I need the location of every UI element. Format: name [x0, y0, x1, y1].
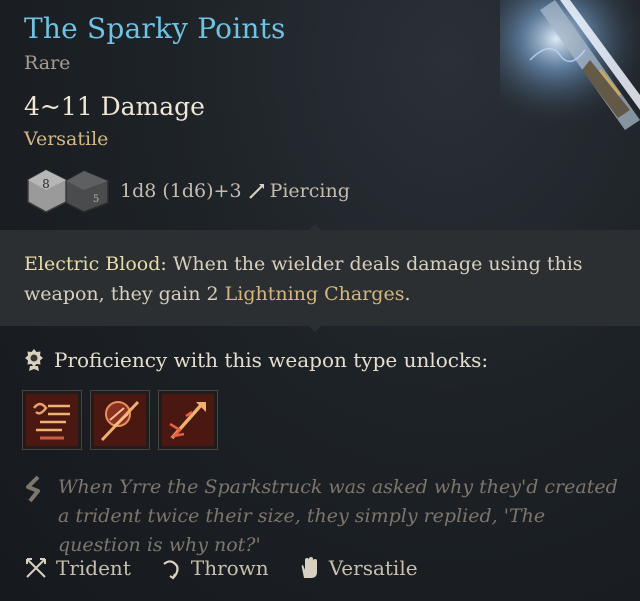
flavor-text: When Yrre the Sparkstruck was asked why … [58, 476, 618, 556]
pierce-icon [248, 184, 264, 199]
weapon-action-slot[interactable] [90, 390, 150, 450]
weapon-actions [22, 390, 218, 450]
proficiency-label: Proficiency with this weapon type unlock… [54, 348, 489, 372]
action-icon-2 [94, 394, 146, 446]
proficiency-row: Proficiency with this weapon type unlock… [24, 348, 488, 372]
effect-keyword[interactable]: Lightning Charges [225, 283, 405, 305]
weapon-property: Versatile [24, 128, 109, 150]
effect-text-after: . [404, 283, 411, 305]
damage-roll: 1d8 (1d6)+3 [120, 180, 242, 202]
action-icon-1 [26, 394, 78, 446]
item-name: The Sparky Points [24, 12, 286, 45]
feather-icon [26, 475, 40, 503]
tag-trident[interactable]: Trident [24, 556, 131, 580]
tag-label: Thrown [190, 556, 269, 580]
damage-type: Piercing [269, 180, 350, 202]
action-icon-3 [162, 394, 214, 446]
dice-face-primary: 8 [42, 177, 50, 191]
weapon-action-slot[interactable] [22, 390, 82, 450]
passive-effect: Electric Blood: When the wielder deals d… [24, 249, 614, 309]
weapon-action-slot[interactable] [158, 390, 218, 450]
dice-icon: 8 5 [27, 169, 109, 213]
item-rarity: Rare [24, 52, 71, 74]
damage-roll-row: 8 5 1d8 (1d6)+3 Piercing [24, 168, 350, 214]
tag-label: Versatile [328, 556, 418, 580]
weapon-image [500, 0, 640, 130]
weapon-tags: Trident Thrown Versatile [24, 556, 446, 580]
tag-label: Trident [56, 556, 131, 580]
trident-icon [26, 558, 46, 578]
damage-range: 4~11 Damage [24, 92, 205, 121]
tag-thrown[interactable]: Thrown [159, 556, 269, 580]
dice-face-secondary: 5 [93, 194, 99, 205]
thrown-icon [163, 560, 179, 580]
effect-name: Electric Blood: [24, 253, 167, 275]
hand-icon [301, 557, 317, 578]
proficiency-badge-icon [25, 349, 43, 371]
tag-versatile[interactable]: Versatile [297, 556, 418, 580]
